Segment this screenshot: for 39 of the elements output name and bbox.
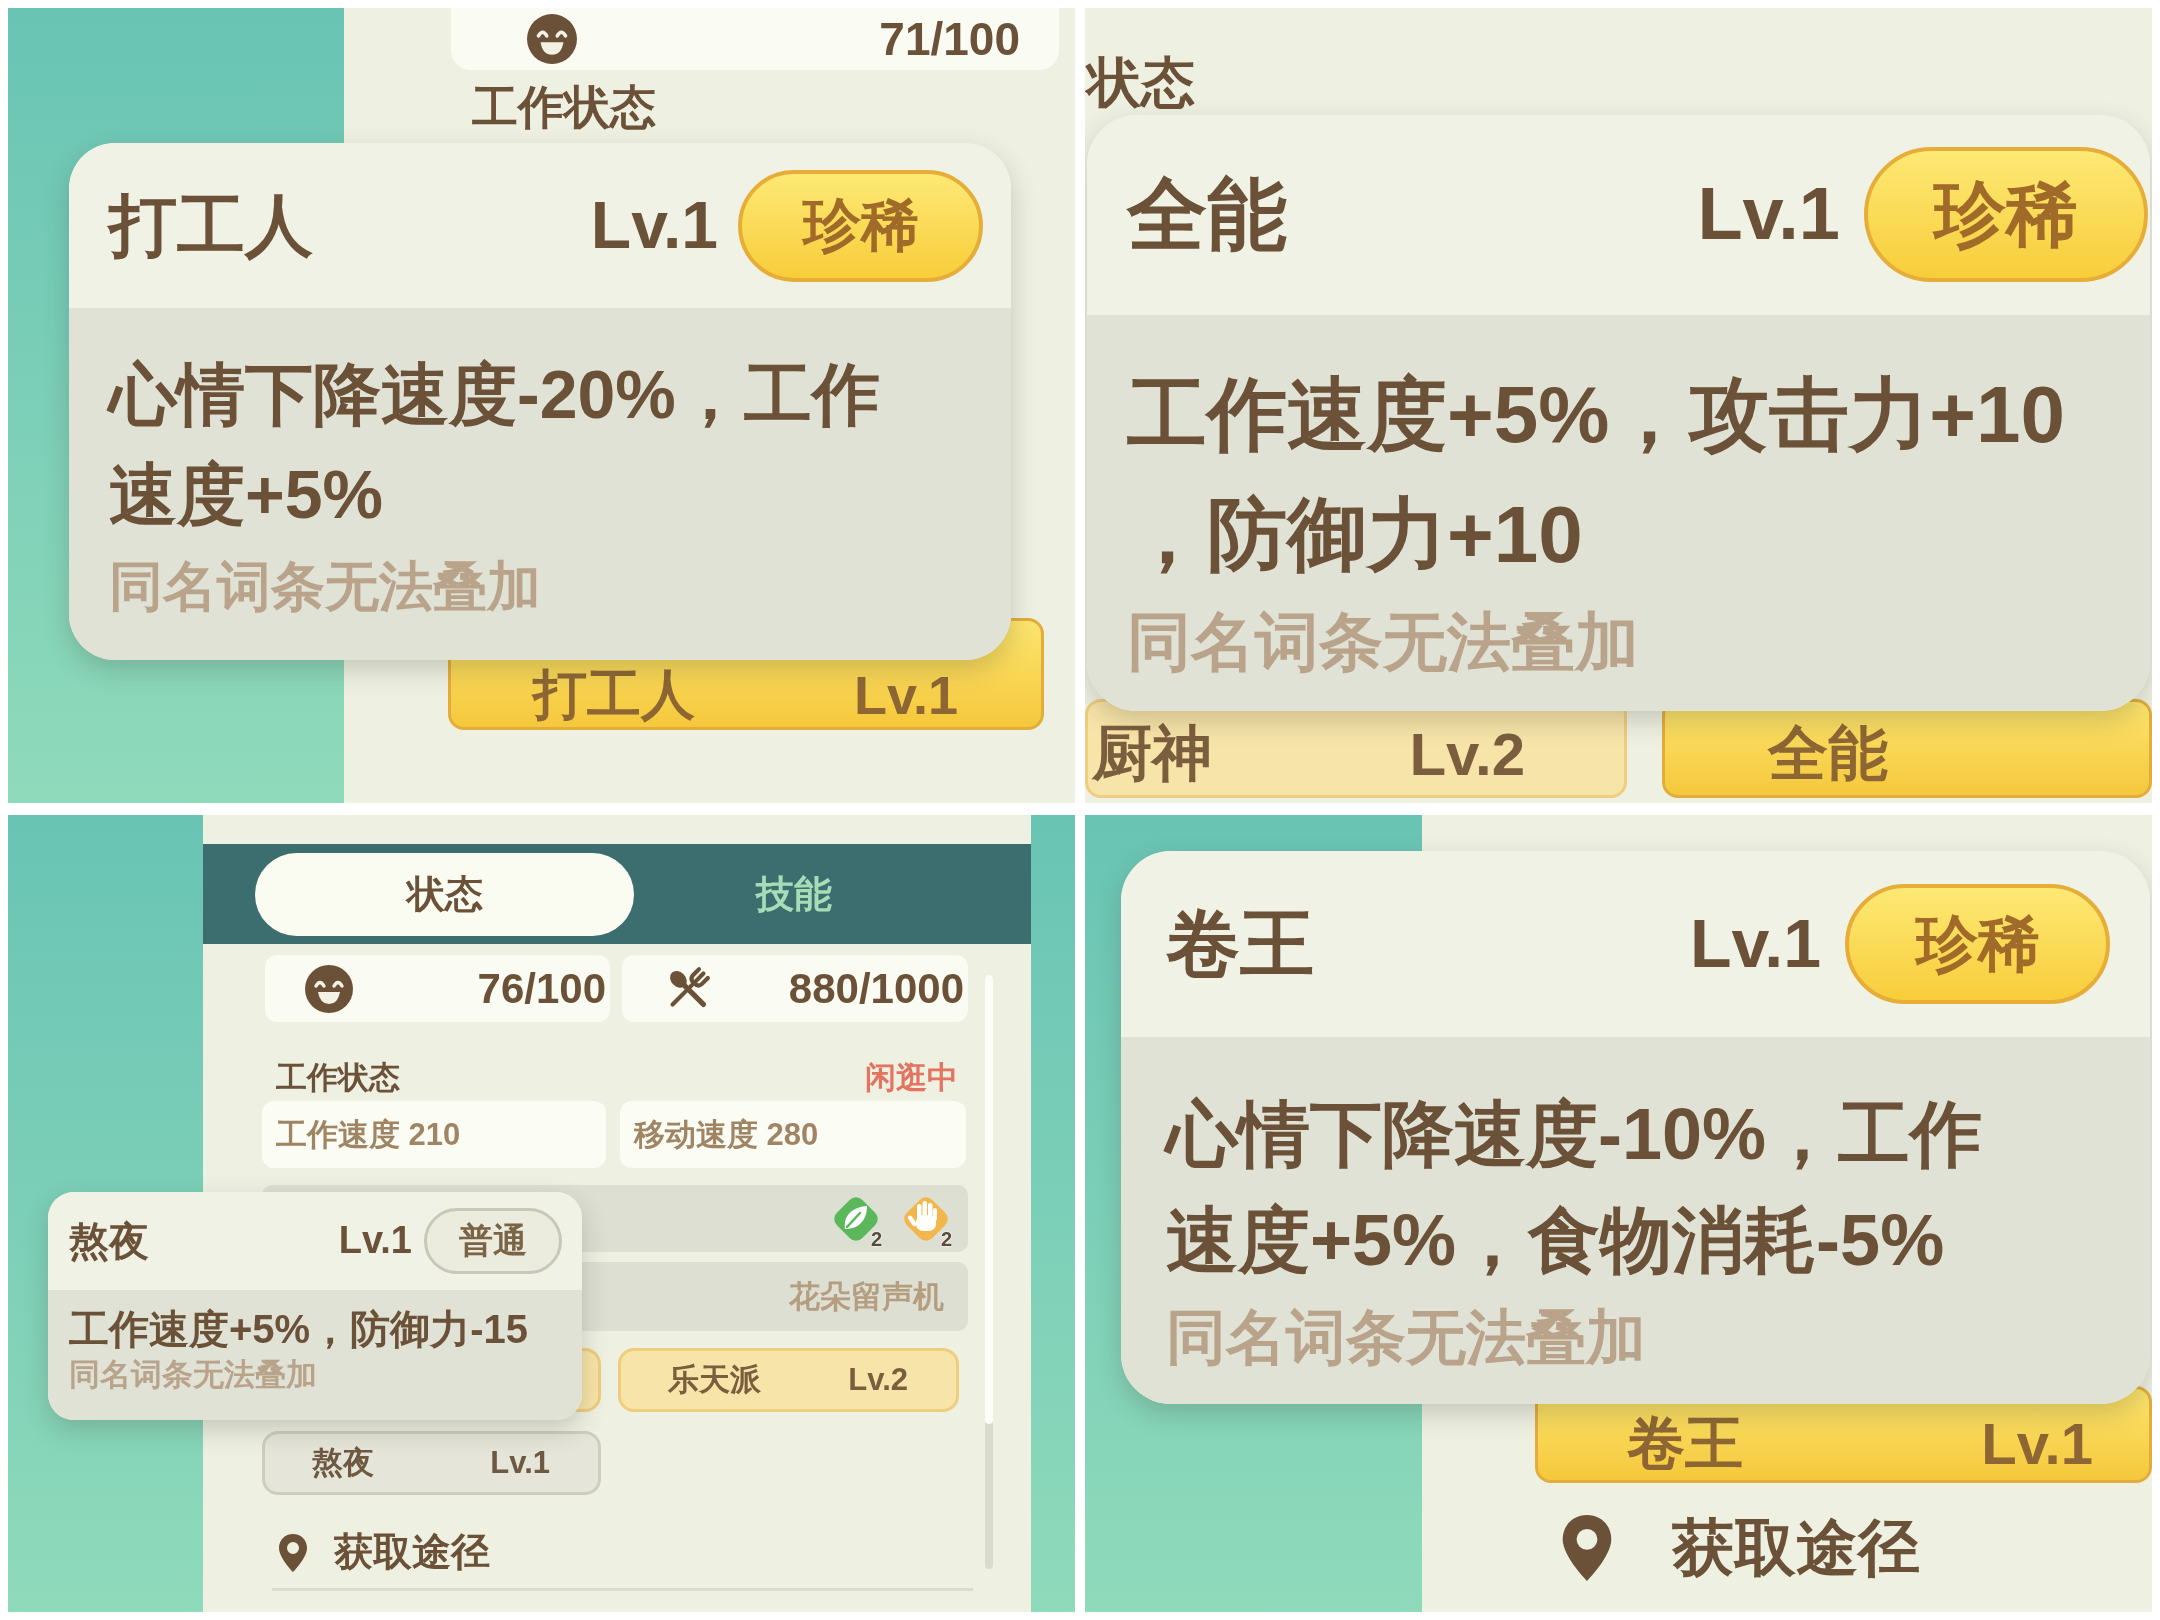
- location-pin-icon: [1562, 1515, 1612, 1582]
- trait-name: 打工人: [109, 185, 313, 265]
- trait-level: Lv.1: [338, 1218, 412, 1264]
- smiley-icon: [527, 14, 577, 64]
- scrollbar-thumb[interactable]: [985, 975, 993, 1424]
- section-label: 工作状态: [472, 80, 656, 135]
- trait-chip[interactable]: 乐天派 Lv.2: [618, 1348, 959, 1413]
- tab[interactable]: 技能: [634, 852, 954, 936]
- trait-level: Lv.1: [1689, 904, 1821, 984]
- trait-level: Lv.1: [590, 187, 718, 265]
- rarity-badge: 普通: [424, 1208, 562, 1274]
- stat-value: 76/100: [477, 964, 606, 1013]
- scrollbar-track[interactable]: [985, 975, 993, 1569]
- trait-chip[interactable]: 熬夜 Lv.1: [262, 1431, 601, 1496]
- stacking-note: 同名词条无法叠加: [1166, 1303, 1646, 1373]
- attribute-card: 工作速度 210: [262, 1101, 606, 1169]
- stat-value: 880/1000: [788, 964, 964, 1013]
- trait-level: Lv.1: [1697, 171, 1840, 258]
- smiley-icon: [305, 964, 353, 1013]
- stat-value: 71/100: [879, 12, 1020, 66]
- rarity-badge: 珍稀: [738, 169, 983, 282]
- icon-count: 2: [940, 1228, 952, 1249]
- source-heading: 获取途径: [1672, 1512, 1920, 1585]
- icon-count: 2: [870, 1228, 882, 1249]
- trait-name: 熬夜: [69, 1218, 149, 1265]
- stacking-note: 同名词条无法叠加: [109, 555, 541, 619]
- rarity-badge: 珍稀: [1845, 884, 2110, 1004]
- trait-name: 卷王: [1166, 900, 1314, 987]
- stacking-note: 同名词条无法叠加: [1127, 604, 1639, 680]
- stacking-note: 同名词条无法叠加: [69, 1356, 317, 1394]
- section-label: 工作状态: [276, 1059, 400, 1097]
- trait-name: 全能: [1127, 168, 1287, 261]
- tab[interactable]: 状态: [255, 852, 634, 936]
- location-pin-icon: [279, 1533, 307, 1572]
- source-heading: 获取途径: [334, 1529, 490, 1576]
- status-label: 闲逛中: [865, 1059, 958, 1097]
- rarity-badge: 珍稀: [1864, 147, 2148, 283]
- attribute-card: 移动速度 280: [620, 1101, 966, 1169]
- trait-effect: 工作速度+5%，攻击力+10，防御力+10: [1127, 368, 2067, 581]
